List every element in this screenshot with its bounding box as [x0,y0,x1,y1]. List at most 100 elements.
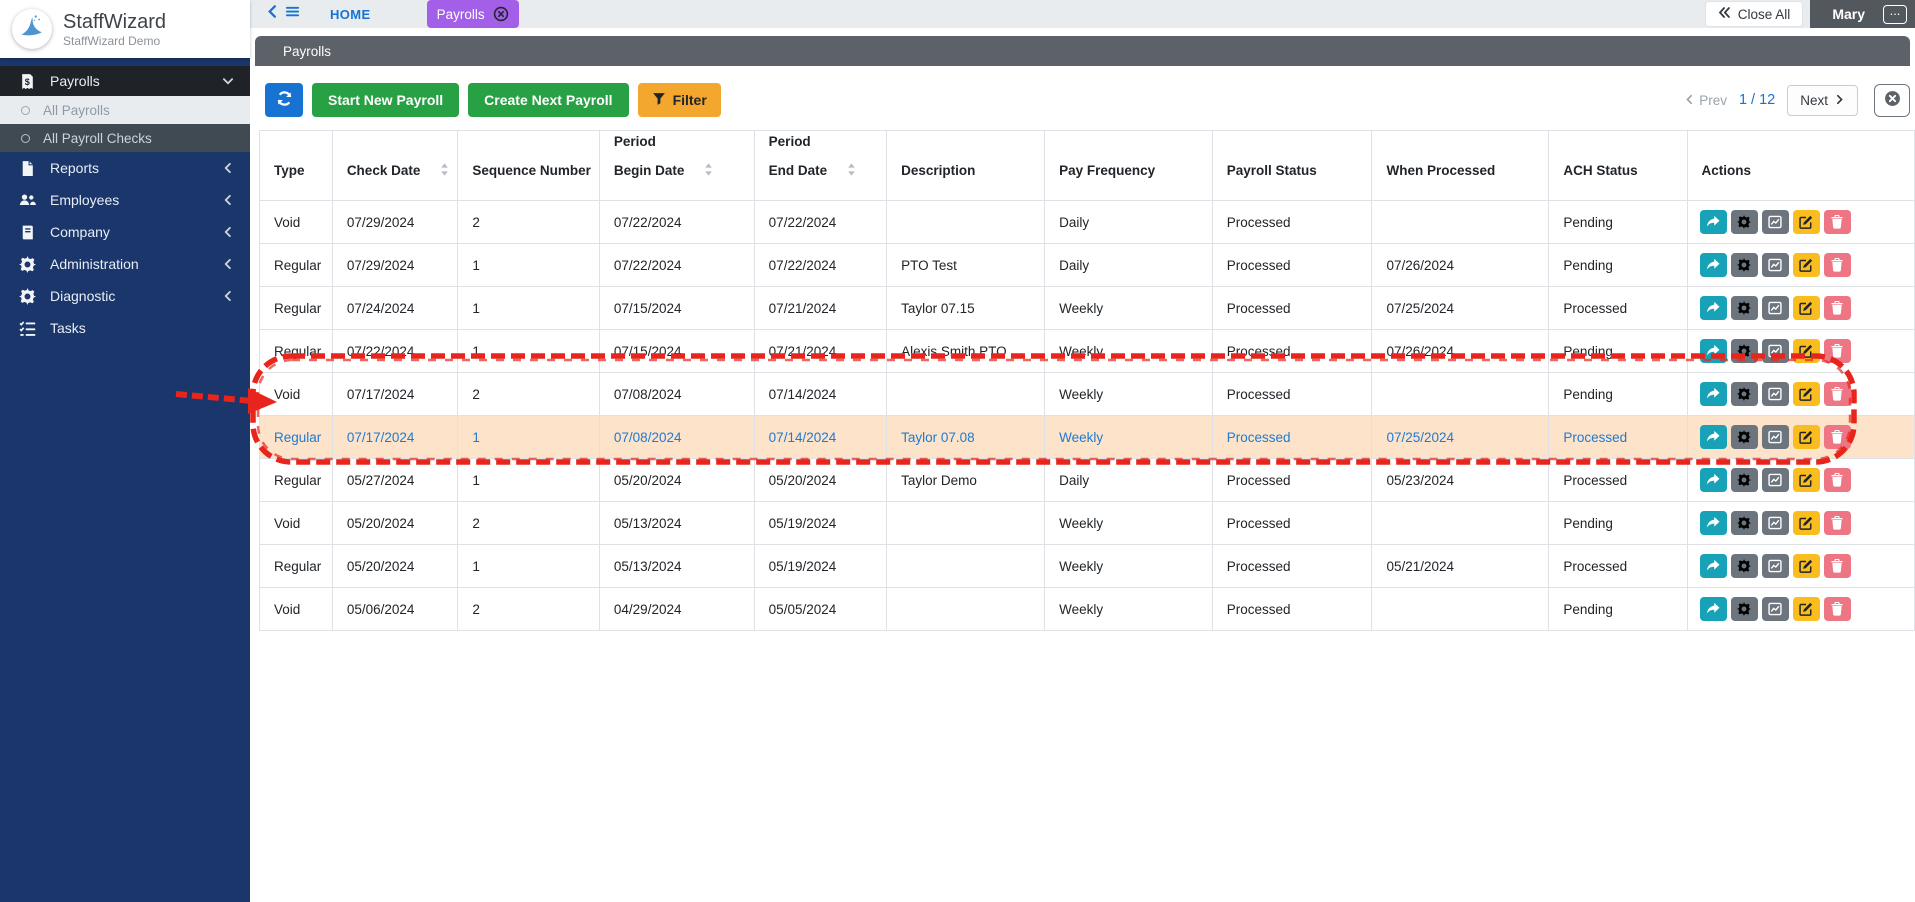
table-cell: PTO Test [886,243,1046,287]
table-cell: 1 [457,329,600,373]
report-chart-button[interactable] [1761,597,1789,621]
home-link[interactable]: HOME [330,7,371,22]
forward-button[interactable] [1699,253,1727,277]
column-header-check-date[interactable]: Check Date [331,130,459,201]
sidebar-collapse-icon[interactable] [265,4,280,24]
next-page-button[interactable]: Next [1787,84,1858,116]
sidebar-item-company[interactable]: Company [0,216,250,248]
start-new-payroll-button[interactable]: Start New Payroll [312,83,460,117]
forward-button[interactable] [1699,597,1727,621]
svg-text:$: $ [25,76,30,86]
chevron-right-icon [1834,93,1845,108]
edit-button[interactable] [1792,296,1820,320]
refresh-button[interactable] [265,83,303,117]
sidebar-item-label: Employees [50,192,120,208]
prev-page-button[interactable]: Prev [1684,93,1727,108]
sidebar-item-payrolls[interactable]: $ Payrolls [0,66,250,96]
delete-button[interactable] [1823,425,1851,449]
hamburger-menu-icon[interactable] [285,4,300,24]
tab-close-icon[interactable] [493,6,509,22]
report-chart-button[interactable] [1761,382,1789,406]
edit-icon [1799,215,1813,229]
column-header-ach-status: ACH Status [1548,130,1688,201]
create-next-payroll-button[interactable]: Create Next Payroll [468,83,629,117]
report-chart-button[interactable] [1761,210,1789,234]
user-menu-button[interactable]: ... [1883,4,1907,24]
forward-button[interactable] [1699,382,1727,406]
delete-button[interactable] [1823,597,1851,621]
delete-button[interactable] [1823,382,1851,406]
edit-button[interactable] [1792,554,1820,578]
forward-button[interactable] [1699,468,1727,492]
table-cell: 07/15/2024 [598,329,755,373]
settings-button[interactable] [1730,425,1758,449]
sidebar-item-tasks[interactable]: Tasks [0,312,250,344]
column-header-period-begin-date[interactable]: Period Begin Date [598,130,755,201]
edit-icon [1799,344,1813,358]
settings-button[interactable] [1730,339,1758,363]
report-chart-button[interactable] [1761,511,1789,535]
settings-button[interactable] [1730,253,1758,277]
sidebar-item-reports[interactable]: Reports [0,152,250,184]
sidebar-item-administration[interactable]: Administration [0,248,250,280]
edit-button[interactable] [1792,210,1820,234]
table-cell: 07/22/2024 [753,243,888,287]
table-cell: 04/29/2024 [598,587,755,631]
delete-button[interactable] [1823,339,1851,363]
table-cell: 05/13/2024 [598,544,755,588]
trash-icon [1830,387,1844,401]
actions-cell [1686,286,1915,330]
gear-icon [1737,602,1751,616]
edit-button[interactable] [1792,468,1820,492]
report-chart-button[interactable] [1761,554,1789,578]
forward-button[interactable] [1699,339,1727,363]
forward-button[interactable] [1699,511,1727,535]
forward-button[interactable] [1699,296,1727,320]
settings-button[interactable] [1730,468,1758,492]
table-cell: Weekly [1044,415,1213,459]
edit-button[interactable] [1792,597,1820,621]
sidebar-item-all-payrolls[interactable]: All Payrolls [0,96,250,124]
forward-button[interactable] [1699,210,1727,234]
table-cell: Regular [259,286,333,330]
filter-button[interactable]: Filter [637,83,721,117]
edit-button[interactable] [1792,511,1820,535]
tab-payrolls[interactable]: Payrolls [426,0,519,28]
table-cell: Processed [1211,544,1373,588]
delete-button[interactable] [1823,210,1851,234]
table-cell: 1 [457,243,600,287]
column-header-period-end-date[interactable]: Period End Date [753,130,888,201]
report-chart-button[interactable] [1761,425,1789,449]
sidebar-item-diagnostic[interactable]: Diagnostic [0,280,250,312]
report-chart-button[interactable] [1761,253,1789,277]
edit-button[interactable] [1792,425,1820,449]
settings-button[interactable] [1730,597,1758,621]
edit-button[interactable] [1792,253,1820,277]
report-chart-button[interactable] [1761,296,1789,320]
settings-button[interactable] [1730,511,1758,535]
table-cell: 07/25/2024 [1371,286,1550,330]
close-all-button[interactable]: Close All [1704,1,1804,27]
table-cell [1371,200,1550,244]
table-cell: 2 [457,372,600,416]
settings-button[interactable] [1730,210,1758,234]
sidebar-item-all-payroll-checks[interactable]: All Payroll Checks [0,124,250,152]
report-chart-button[interactable] [1761,468,1789,492]
table-cell: Void [259,372,333,416]
forward-button[interactable] [1699,554,1727,578]
delete-button[interactable] [1823,511,1851,535]
sidebar-item-employees[interactable]: Employees [0,184,250,216]
settings-button[interactable] [1730,554,1758,578]
settings-button[interactable] [1730,296,1758,320]
panel-header: Payrolls [255,36,1910,66]
edit-button[interactable] [1792,339,1820,363]
delete-button[interactable] [1823,468,1851,492]
forward-button[interactable] [1699,425,1727,449]
edit-button[interactable] [1792,382,1820,406]
delete-button[interactable] [1823,296,1851,320]
delete-button[interactable] [1823,253,1851,277]
delete-button[interactable] [1823,554,1851,578]
settings-button[interactable] [1730,382,1758,406]
grid-close-button[interactable] [1874,83,1910,117]
report-chart-button[interactable] [1761,339,1789,363]
